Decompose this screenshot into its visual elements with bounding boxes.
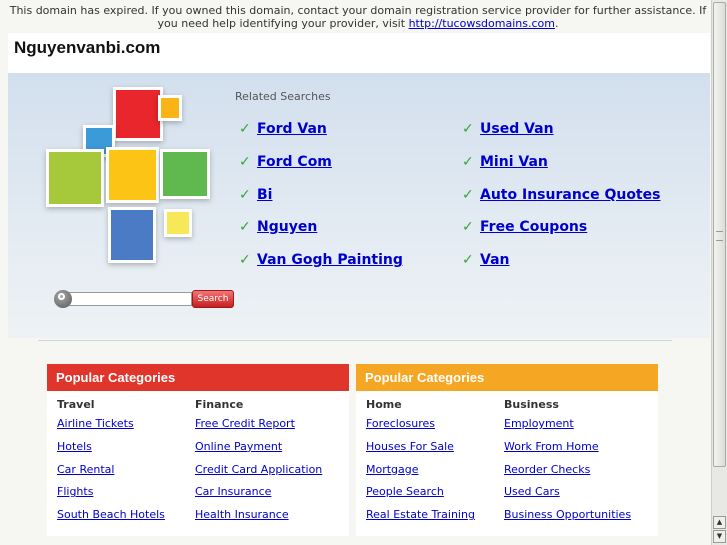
search-button[interactable]: Search [192,290,234,308]
logo-squares-icon [46,87,216,267]
categories-panel-left: Popular Categories Travel Airline Ticket… [47,364,349,536]
category-link[interactable]: Business Opportunities [504,508,644,531]
scroll-down-icon[interactable]: ▼ [713,530,726,543]
result-link[interactable]: ✓ Van [462,252,509,268]
column-heading: Business [504,398,559,411]
tucows-link[interactable]: http://tucowsdomains.com [409,17,555,30]
category-link[interactable]: Mortgage [366,463,506,486]
title-bar: Nguyenvanbi.com [8,33,710,73]
category-column-finance: Finance Free Credit Report Online Paymen… [195,398,335,531]
category-link[interactable]: People Search [366,485,506,508]
category-link[interactable]: Health Insurance [195,508,335,531]
notice-text: This domain has expired. If you owned th… [9,4,707,30]
check-icon: ✓ [462,121,474,137]
check-icon: ✓ [462,187,474,203]
check-icon: ✓ [239,219,251,235]
category-link[interactable]: Car Rental [57,463,197,486]
hero-section: Related Searches ✓ Ford Van ✓ Ford Com ✓ Bi… [8,73,710,338]
logo-small-orange-square [158,95,182,121]
category-link[interactable]: Employment [504,417,644,440]
site-title: Nguyenvanbi.com [14,38,161,57]
magnifier-icon [54,290,72,308]
category-link[interactable]: Used Cars [504,485,644,508]
result-link[interactable]: ✓ Free Coupons [462,219,587,235]
search-bar: Search [54,290,254,310]
category-link[interactable]: Free Credit Report [195,417,335,440]
check-icon: ✓ [462,154,474,170]
result-link[interactable]: ✓ Auto Insurance Quotes [462,187,660,203]
logo-small-yellow-square [164,209,192,237]
category-link[interactable]: Car Insurance [195,485,335,508]
scroll-up-icon[interactable]: ▲ [713,516,726,529]
result-link[interactable]: ✓ Nguyen [239,219,317,235]
category-column-home: Home Foreclosures Houses For Sale Mortga… [366,398,506,531]
logo-green-square [160,149,210,199]
check-icon: ✓ [239,252,251,268]
check-icon: ✓ [239,187,251,203]
category-link[interactable]: Credit Card Application [195,463,335,486]
grip-icon [716,231,723,241]
category-column-travel: Travel Airline Tickets Hotels Car Rental… [57,398,197,531]
category-column-business: Business Employment Work From Home Reord… [504,398,644,531]
column-heading: Finance [195,398,244,411]
result-link[interactable]: ✓ Used Van [462,121,554,137]
category-link[interactable]: Real Estate Training [366,508,506,531]
check-icon: ✓ [239,121,251,137]
category-link[interactable]: Reorder Checks [504,463,644,486]
category-link[interactable]: Work From Home [504,440,644,463]
search-input[interactable] [68,292,192,306]
logo-red-square [113,87,163,141]
check-icon: ✓ [462,219,474,235]
logo-yellow-square [106,147,159,203]
vertical-scrollbar[interactable]: ▲ ▼ [711,0,727,545]
related-searches-title: Related Searches [235,90,331,103]
category-link[interactable]: Airline Tickets [57,417,197,440]
category-link[interactable]: Online Payment [195,440,335,463]
scrollbar-thumb[interactable] [713,2,726,467]
result-link[interactable]: ✓ Bi [239,187,272,203]
notice-end: . [554,17,559,30]
logo-lime-square [46,149,104,207]
category-link[interactable]: South Beach Hotels [57,508,197,531]
expired-notice: This domain has expired. If you owned th… [8,0,708,33]
divider [38,340,672,341]
panel-title: Popular Categories [47,364,349,391]
column-heading: Travel [57,398,95,411]
category-link[interactable]: Houses For Sale [366,440,506,463]
categories-panel-right: Popular Categories Home Foreclosures Hou… [356,364,658,536]
result-link[interactable]: ✓ Ford Van [239,121,327,137]
panel-title: Popular Categories [356,364,658,391]
result-link[interactable]: ✓ Ford Com [239,154,332,170]
category-link[interactable]: Foreclosures [366,417,506,440]
logo-navy-square [108,207,156,263]
category-link[interactable]: Hotels [57,440,197,463]
result-link[interactable]: ✓ Van Gogh Painting [239,252,403,268]
column-heading: Home [366,398,402,411]
result-link[interactable]: ✓ Mini Van [462,154,548,170]
check-icon: ✓ [462,252,474,268]
check-icon: ✓ [239,154,251,170]
category-link[interactable]: Flights [57,485,197,508]
